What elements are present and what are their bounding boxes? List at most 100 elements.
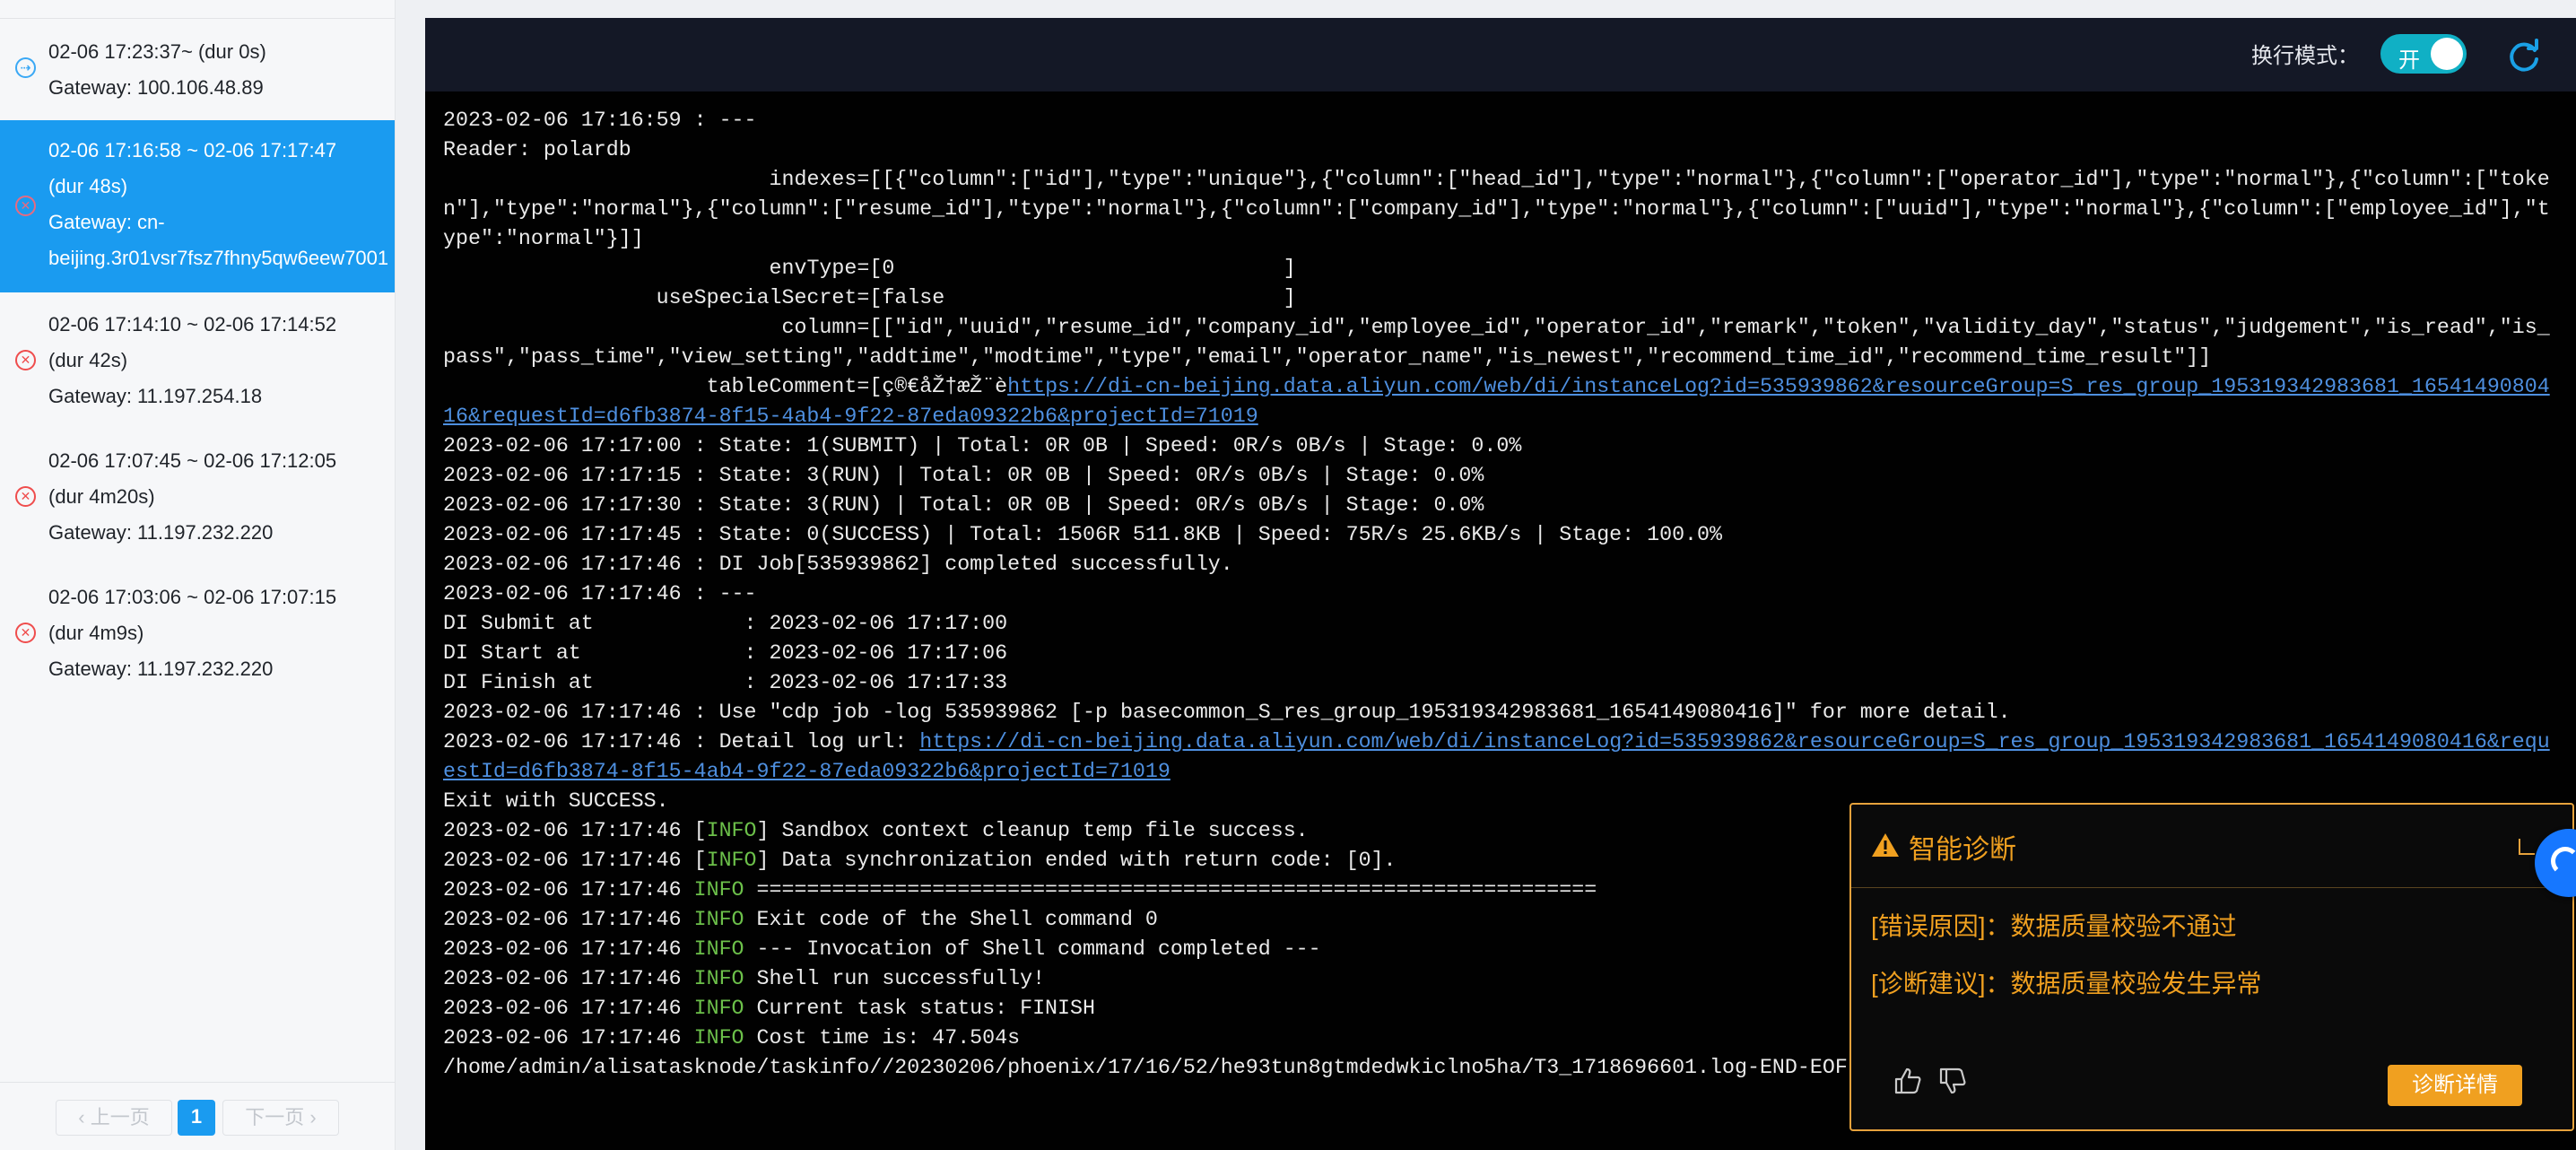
prev-page-label: 上一页 — [90, 1106, 150, 1128]
diagnosis-title: 智能诊断 — [1909, 835, 2016, 865]
log-text: 2023-02-06 17:17:45 : State: 0(SUCCESS) … — [443, 523, 1723, 546]
log-text: 2023-02-06 17:17:46 — [443, 1026, 694, 1050]
run-duration: (dur 42s) — [48, 349, 128, 371]
log-line: 2023-02-06 17:17:15 : State: 3(RUN) | To… — [443, 461, 2558, 491]
log-line: 2023-02-06 17:17:30 : State: 3(RUN) | To… — [443, 491, 2558, 520]
log-line: DI Submit at : 2023-02-06 17:17:00 — [443, 609, 2558, 639]
error-cause: [错误原因]：数据质量校验不通过 — [1871, 912, 2237, 940]
log-line: 2023-02-06 17:17:46 : DI Job[535939862] … — [443, 550, 2558, 579]
log-level-info: INFO — [693, 967, 744, 990]
run-item-2[interactable]: ✕ 02-06 17:14:10 ~ 02-06 17:14:52 (dur 4… — [0, 307, 395, 423]
run-history-sidebar: ⇢ 02-06 17:23:37~ (dur 0s) Gateway: 100.… — [0, 0, 396, 1150]
thumbs-up-icon[interactable] — [1893, 1067, 1923, 1095]
log-text: ========================================… — [744, 878, 1597, 902]
run-item-3[interactable]: ✕ 02-06 17:07:45 ~ 02-06 17:12:05 (dur 4… — [0, 443, 395, 560]
log-text: 2023-02-06 17:17:46 — [443, 937, 694, 961]
log-text: Exit code of the Shell command 0 — [744, 908, 1158, 931]
diagnosis-suggestion: [诊断建议]：数据质量校验发生异常 — [1871, 970, 2262, 998]
log-text: 2023-02-06 17:17:46 — [443, 908, 694, 931]
log-line: DI Finish at : 2023-02-06 17:17:33 — [443, 668, 2558, 698]
failed-status-icon: ✕ — [15, 196, 36, 216]
log-line: 2023-02-06 17:16:59 : --- — [443, 106, 2558, 135]
log-line: 2023-02-06 17:17:46 : Detail log url: ht… — [443, 727, 2558, 787]
log-text: --- Invocation of Shell command complete… — [744, 937, 1321, 961]
log-text: 2023-02-06 17:17:46 — [443, 967, 694, 990]
log-text: Shell run successfully! — [744, 967, 1046, 990]
log-text: 2023-02-06 17:17:30 : State: 3(RUN) | To… — [443, 493, 1484, 517]
log-text: 2023-02-06 17:17:46 : DI Job[535939862] … — [443, 553, 1233, 576]
next-page-button[interactable]: 下一页 › — [222, 1100, 339, 1136]
log-level-info: INFO — [693, 908, 744, 931]
log-line: indexes=[[{"column":["id"],"type":"uniqu… — [443, 165, 2558, 254]
log-text: DI Finish at : 2023-02-06 17:17:33 — [443, 671, 1008, 694]
log-text: envType=[0 ] — [443, 257, 1296, 280]
log-text: 2023-02-06 17:17:46 [ — [443, 819, 707, 842]
log-text: Cost time is: 47.504s — [744, 1026, 1021, 1050]
log-line: Reader: polardb — [443, 135, 2558, 165]
next-page-label: 下一页 — [245, 1106, 305, 1128]
log-line: 2023-02-06 17:17:46 : Use "cdp job -log … — [443, 698, 2558, 727]
run-gateway-cont: beijing.3r01vsr7fsz7fhny5qw6eew7001 — [48, 247, 389, 269]
log-text: indexes=[[{"column":["id"],"type":"uniqu… — [443, 168, 2550, 250]
run-duration: (dur 4m20s) — [48, 485, 155, 508]
failed-status-icon: ✕ — [15, 350, 36, 370]
log-text: /home/admin/alisatasknode/taskinfo//2023… — [443, 1056, 1848, 1079]
chevron-left-icon: ‹ — [78, 1106, 91, 1128]
log-text: ] Data synchronization ended with return… — [756, 849, 1397, 872]
run-gateway: Gateway: 11.197.232.220 — [48, 521, 274, 544]
log-text: 2023-02-06 17:17:46 : --- — [443, 582, 757, 605]
log-text: useSpecialSecret=[false ] — [443, 286, 1296, 309]
log-level-info: INFO — [706, 819, 757, 842]
run-gateway: Gateway: 11.197.232.220 — [48, 658, 274, 680]
divider — [0, 1082, 395, 1083]
failed-status-icon: ✕ — [15, 623, 36, 643]
log-line: envType=[0 ] — [443, 254, 2558, 283]
log-text: DI Start at : 2023-02-06 17:17:06 — [443, 641, 1008, 665]
log-line: 2023-02-06 17:17:45 : State: 0(SUCCESS) … — [443, 520, 2558, 550]
prev-page-button[interactable]: ‹ 上一页 — [56, 1100, 172, 1136]
running-status-icon: ⇢ — [15, 57, 36, 78]
wrap-mode-toggle[interactable]: 开 — [2380, 34, 2467, 74]
log-text: 2023-02-06 17:17:46 — [443, 878, 694, 902]
wrap-mode-label: 换行模式： — [2251, 44, 2359, 68]
log-text: Current task status: FINISH — [744, 997, 1095, 1020]
log-level-info: INFO — [693, 878, 744, 902]
log-text: 2023-02-06 17:17:46 — [443, 997, 694, 1020]
log-level-info: INFO — [693, 997, 744, 1020]
run-item-4[interactable]: ✕ 02-06 17:03:06 ~ 02-06 17:07:15 (dur 4… — [0, 579, 395, 696]
log-text: 2023-02-06 17:17:46 [ — [443, 849, 707, 872]
log-level-info: INFO — [693, 937, 744, 961]
run-gateway: Gateway: 100.106.48.89 — [48, 76, 264, 99]
log-text: tableComment=[ç®€åŽ†æŽ¨è — [443, 375, 1008, 398]
log-text: 2023-02-06 17:16:59 : --- — [443, 109, 757, 132]
page-number-button[interactable]: 1 — [178, 1100, 215, 1136]
log-toolbar: 换行模式： 开 — [425, 18, 2576, 91]
run-time: 02-06 17:14:10 ~ 02-06 17:14:52 — [48, 313, 337, 335]
run-gateway: Gateway: cn- — [48, 211, 165, 233]
log-text: ] Sandbox context cleanup temp file succ… — [756, 819, 1309, 842]
log-line: column=[["id","uuid","resume_id","compan… — [443, 313, 2558, 372]
log-text: 2023-02-06 17:17:00 : State: 1(SUBMIT) |… — [443, 434, 1522, 457]
expand-icon[interactable] — [2519, 839, 2535, 855]
log-text: Exit with SUCCESS. — [443, 789, 669, 813]
log-text: 2023-02-06 17:17:46 : Use "cdp job -log … — [443, 701, 2011, 724]
log-line: useSpecialSecret=[false ] — [443, 283, 2558, 313]
assistant-icon — [2551, 847, 2576, 876]
log-level-info: INFO — [706, 849, 757, 872]
log-text: DI Submit at : 2023-02-06 17:17:00 — [443, 612, 1008, 635]
run-time: 02-06 17:07:45 ~ 02-06 17:12:05 — [48, 449, 337, 472]
divider — [0, 18, 395, 19]
log-line: DI Start at : 2023-02-06 17:17:06 — [443, 639, 2558, 668]
refresh-icon[interactable] — [2504, 38, 2544, 77]
thumbs-down-icon[interactable] — [1937, 1067, 1968, 1095]
run-gateway: Gateway: 11.197.254.18 — [48, 385, 263, 407]
run-duration: (dur 48s) — [48, 175, 128, 197]
diagnosis-detail-button[interactable]: 诊断详情 — [2388, 1065, 2522, 1106]
run-item-0[interactable]: ⇢ 02-06 17:23:37~ (dur 0s) Gateway: 100.… — [0, 32, 395, 108]
smart-diagnosis-panel: 智能诊断 [错误原因]：数据质量校验不通过 [诊断建议]：数据质量校验发生异常 … — [1849, 803, 2574, 1131]
run-item-1[interactable]: ✕ 02-06 17:16:58 ~ 02-06 17:17:47 (dur 4… — [0, 120, 395, 292]
diagnosis-header: 智能诊断 — [1851, 805, 2572, 888]
log-line: 2023-02-06 17:17:46 : --- — [443, 579, 2558, 609]
run-time: 02-06 17:16:58 ~ 02-06 17:17:47 — [48, 139, 337, 161]
log-level-info: INFO — [693, 1026, 744, 1050]
